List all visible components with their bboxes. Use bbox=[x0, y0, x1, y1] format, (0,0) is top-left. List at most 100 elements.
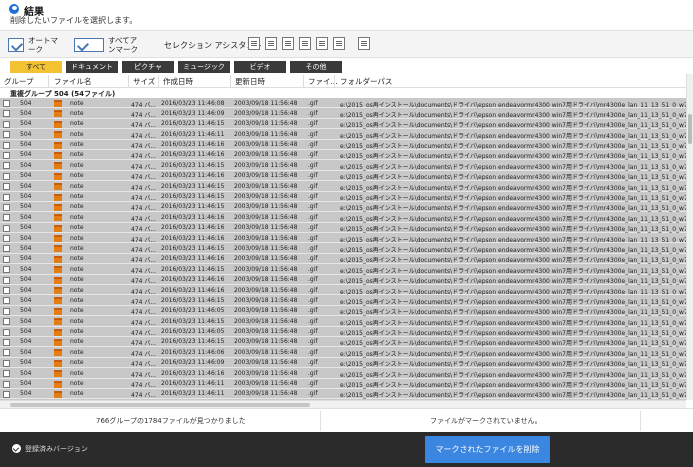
row-checkbox[interactable] bbox=[3, 214, 10, 222]
table-row[interactable]: 504 note 474 バ... 2016/03/23 11:46:06 2003/0… bbox=[0, 347, 686, 358]
table-row[interactable]: 504 note 474 バ... 2016/03/23 11:46:15 2003/0… bbox=[0, 181, 686, 192]
row-checkbox[interactable] bbox=[3, 162, 10, 170]
tab-music[interactable]: ミュージック bbox=[178, 61, 230, 73]
row-checkbox[interactable] bbox=[3, 151, 10, 159]
col-modified[interactable]: 更新日時 bbox=[235, 76, 265, 87]
row-checkbox[interactable] bbox=[3, 349, 10, 357]
table-row[interactable]: 504 note 474 バ... 2016/03/23 11:46:11 2003/0… bbox=[0, 378, 686, 389]
row-checkbox[interactable] bbox=[3, 224, 10, 232]
row-modified: 2003/09/18 11:56:48 bbox=[234, 234, 298, 242]
document-icon[interactable] bbox=[282, 37, 294, 50]
row-checkbox[interactable] bbox=[3, 131, 10, 139]
tab-other[interactable]: その他 bbox=[290, 61, 342, 73]
table-row[interactable]: 504 note 474 バ... 2016/03/23 11:46:16 2003/0… bbox=[0, 170, 686, 181]
row-group: 504 bbox=[20, 182, 32, 190]
row-checkbox[interactable] bbox=[3, 203, 10, 211]
row-checkbox[interactable] bbox=[3, 276, 10, 284]
row-checkbox[interactable] bbox=[3, 287, 10, 295]
tab-documents[interactable]: ドキュメント bbox=[66, 61, 118, 73]
row-group: 504 bbox=[20, 348, 32, 356]
row-created: 2016/03/23 11:46:08 bbox=[161, 99, 225, 107]
tab-all[interactable]: すべて bbox=[10, 61, 62, 73]
table-row[interactable]: 504 note 474 バ... 2016/03/23 11:46:16 2003/0… bbox=[0, 212, 686, 223]
vertical-scrollbar[interactable] bbox=[686, 74, 693, 400]
location-icon[interactable] bbox=[265, 37, 277, 50]
export-icon[interactable] bbox=[299, 37, 311, 50]
horizontal-scrollbar[interactable] bbox=[0, 400, 686, 408]
row-checkbox[interactable] bbox=[3, 172, 10, 180]
row-created: 2016/03/23 11:46:16 bbox=[161, 234, 225, 242]
row-type: .gif bbox=[308, 390, 318, 398]
row-checkbox[interactable] bbox=[3, 328, 10, 336]
table-row[interactable]: 504 note 474 バ... 2016/03/23 11:46:05 2003/0… bbox=[0, 305, 686, 316]
row-checkbox[interactable] bbox=[3, 307, 10, 315]
file-icon bbox=[54, 131, 62, 139]
eraser-icon[interactable] bbox=[316, 37, 328, 50]
row-path: e:\2015_os再インストール\documents\ドライバ\epson e… bbox=[340, 111, 686, 119]
table-row[interactable]: 504 note 474 バ... 2016/03/23 11:46:11 2003/0… bbox=[0, 129, 686, 140]
col-created[interactable]: 作成日時 bbox=[163, 76, 193, 87]
row-checkbox[interactable] bbox=[3, 245, 10, 253]
table-row[interactable]: 504 note 474 バ... 2016/03/23 11:46:15 2003/0… bbox=[0, 316, 686, 327]
col-file-name[interactable]: ファイル名 bbox=[54, 76, 92, 87]
row-checkbox[interactable] bbox=[3, 255, 10, 263]
table-row[interactable]: 504 note 474 バ... 2016/03/23 11:46:15 2003/0… bbox=[0, 336, 686, 347]
row-size: 474 バ... bbox=[131, 226, 157, 234]
row-checkbox[interactable] bbox=[3, 193, 10, 201]
row-path: e:\2015_os再インストール\documents\ドライバ\epson e… bbox=[340, 236, 686, 244]
table-row[interactable]: 504 note 474 バ... 2016/03/23 11:46:15 2003/0… bbox=[0, 201, 686, 212]
row-checkbox[interactable] bbox=[3, 359, 10, 367]
table-row[interactable]: 504 note 474 バ... 2016/03/23 11:46:09 2003/0… bbox=[0, 108, 686, 119]
row-type: .gif bbox=[308, 120, 318, 128]
delete-marked-button[interactable]: マークされたファイルを削除 bbox=[425, 436, 550, 463]
select-icon[interactable] bbox=[333, 37, 345, 50]
row-type: .gif bbox=[308, 161, 318, 169]
col-folder[interactable]: フォルダーパス bbox=[340, 76, 392, 87]
row-checkbox[interactable] bbox=[3, 110, 10, 118]
table-row[interactable]: 504 note 474 バ... 2016/03/23 11:46:16 2003/0… bbox=[0, 253, 686, 264]
row-checkbox[interactable] bbox=[3, 370, 10, 378]
row-checkbox[interactable] bbox=[3, 120, 10, 128]
col-group[interactable]: グループ bbox=[4, 76, 34, 87]
table-row[interactable]: 504 note 474 バ... 2016/03/23 11:46:09 2003/0… bbox=[0, 357, 686, 368]
report-icon[interactable] bbox=[358, 37, 370, 50]
row-checkbox[interactable] bbox=[3, 318, 10, 326]
file-icon bbox=[54, 183, 62, 191]
table-row[interactable]: 504 note 474 バ... 2016/03/23 11:46:16 2003/0… bbox=[0, 368, 686, 379]
row-checkbox[interactable] bbox=[3, 390, 10, 398]
table-row[interactable]: 504 note 474 バ... 2016/03/23 11:46:15 2003/0… bbox=[0, 295, 686, 306]
row-checkbox[interactable] bbox=[3, 338, 10, 346]
row-checkbox[interactable] bbox=[3, 141, 10, 149]
grid-icon[interactable] bbox=[248, 37, 260, 50]
table-row[interactable]: 504 note 474 バ... 2016/03/23 11:46:15 2003/0… bbox=[0, 118, 686, 129]
table-row[interactable]: 504 note 474 バ... 2016/03/23 11:46:15 2003/0… bbox=[0, 243, 686, 254]
table-row[interactable]: 504 note 474 バ... 2016/03/23 11:46:16 2003/0… bbox=[0, 285, 686, 296]
auto-mark-button[interactable]: オートマーク bbox=[8, 34, 64, 56]
row-modified: 2003/09/18 11:56:48 bbox=[234, 317, 298, 325]
table-row[interactable]: 504 note 474 バ... 2016/03/23 11:46:16 2003/0… bbox=[0, 233, 686, 244]
tab-video[interactable]: ビデオ bbox=[234, 61, 286, 73]
table-row[interactable]: 504 note 474 バ... 2016/03/23 11:46:15 2003/0… bbox=[0, 191, 686, 202]
table-row[interactable]: 504 note 474 バ... 2016/03/23 11:46:16 2003/0… bbox=[0, 222, 686, 234]
file-icon bbox=[54, 266, 62, 274]
row-checkbox[interactable] bbox=[3, 380, 10, 388]
table-row[interactable]: 504 note 474 バ... 2016/03/23 11:46:08 2003/0… bbox=[0, 98, 686, 109]
row-modified: 2003/09/18 11:56:48 bbox=[234, 224, 298, 232]
col-size[interactable]: サイズ bbox=[133, 76, 155, 87]
tab-pictures[interactable]: ピクチャ bbox=[122, 61, 174, 73]
row-size: 474 バ... bbox=[131, 236, 157, 244]
unmark-all-button[interactable]: すべてアンマーク bbox=[74, 34, 144, 56]
table-row[interactable]: 504 note 474 バ... 2016/03/23 11:46:15 2003/0… bbox=[0, 264, 686, 275]
row-checkbox[interactable] bbox=[3, 183, 10, 191]
row-checkbox[interactable] bbox=[3, 297, 10, 305]
row-checkbox[interactable] bbox=[3, 266, 10, 274]
table-row[interactable]: 504 note 474 バ... 2016/03/23 11:46:16 2003/0… bbox=[0, 274, 686, 285]
table-row[interactable]: 504 note 474 バ... 2016/03/23 11:46:16 2003/0… bbox=[0, 139, 686, 150]
row-checkbox[interactable] bbox=[3, 235, 10, 243]
table-row[interactable]: 504 note 474 バ... 2016/03/23 11:46:11 2003/0… bbox=[0, 388, 686, 399]
table-row[interactable]: 504 note 474 バ... 2016/03/23 11:46:05 2003/0… bbox=[0, 326, 686, 337]
row-name: note bbox=[70, 317, 84, 325]
row-checkbox[interactable] bbox=[3, 100, 10, 107]
table-row[interactable]: 504 note 474 バ... 2016/03/23 11:46:16 2003/0… bbox=[0, 149, 686, 160]
table-row[interactable]: 504 note 474 バ... 2016/03/23 11:46:15 2003/0… bbox=[0, 160, 686, 171]
